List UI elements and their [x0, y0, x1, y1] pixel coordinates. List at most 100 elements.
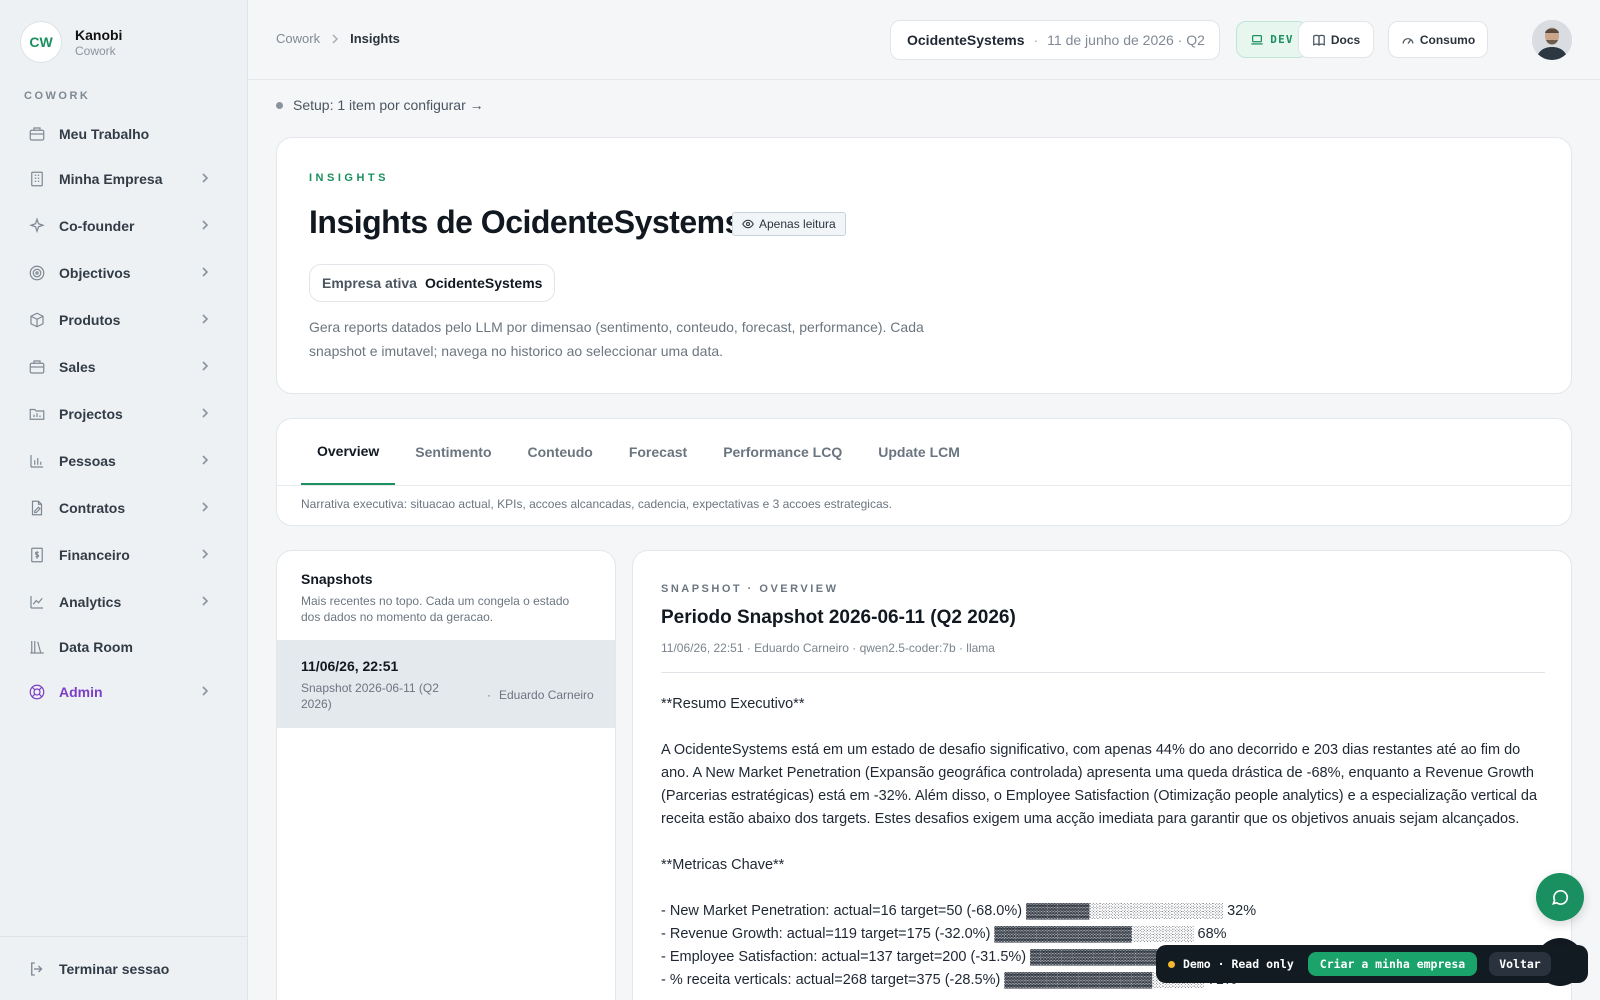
tab-forecast[interactable]: Forecast	[613, 419, 703, 485]
page-title: Insights de OcidenteSystems	[309, 204, 742, 240]
topbar: Cowork Insights OcidenteSystems · 11 de …	[248, 0, 1600, 80]
breadcrumb: Cowork Insights	[276, 31, 400, 46]
chevron-right-icon	[202, 408, 209, 418]
sidebar-item-admin[interactable]: Admin	[16, 672, 224, 712]
demo-status-dot	[1168, 960, 1175, 968]
briefcase-icon	[28, 125, 46, 143]
detail-title: Periodo Snapshot 2026-06-11 (Q2 2026)	[661, 607, 1016, 628]
folder-chart-icon	[28, 405, 46, 423]
active-company-pill: Empresa ativa OcidenteSystems	[309, 264, 556, 302]
sidebar-item-label: Co-founder	[59, 218, 135, 234]
setup-status-dot	[276, 101, 283, 109]
sidebar-item-co-founder[interactable]: Co-founder	[16, 206, 224, 246]
building-icon	[28, 170, 46, 188]
docs-button[interactable]: Docs	[1298, 21, 1374, 58]
sidebar-item-label: Objectivos	[59, 265, 131, 281]
book-icon	[1312, 34, 1325, 46]
sidebar-item-label: Analytics	[59, 594, 122, 610]
target-icon	[28, 264, 46, 282]
dollar-doc-icon	[28, 546, 46, 564]
bar-chart-icon	[28, 452, 46, 470]
chevron-right-icon	[202, 455, 209, 465]
sidebar-item-objectivos[interactable]: Objectivos	[16, 253, 224, 293]
briefcase-icon	[28, 358, 46, 376]
separator: ·	[1033, 32, 1039, 48]
chat-icon	[1551, 889, 1569, 905]
sidebar-item-label: Admin	[59, 684, 103, 700]
sidebar-item-sales[interactable]: Sales	[16, 347, 224, 387]
back-button[interactable]: Voltar	[1489, 952, 1551, 976]
sidebar-item-meu-trabalho[interactable]: Meu Trabalho	[16, 114, 224, 154]
logout-label: Terminar sessao	[59, 960, 170, 977]
sidebar-item-projectos[interactable]: Projectos	[16, 394, 224, 434]
setup-link[interactable]: Setup: 1 item por configurar →	[276, 97, 484, 113]
page-eyebrow: INSIGHTS	[309, 172, 389, 184]
active-company-label: Empresa ativa	[322, 275, 417, 291]
sidebar-item-label: Projectos	[59, 406, 123, 422]
page-description: Gera reports datados pelo LLM por dimens…	[309, 319, 924, 359]
brand-subtitle: Cowork	[75, 43, 116, 58]
tab-update-lcm[interactable]: Update LCM	[862, 419, 976, 485]
snapshots-title: Snapshots	[301, 571, 373, 587]
tab-performance-lcq[interactable]: Performance LCQ	[707, 419, 858, 485]
chat-button[interactable]	[1536, 873, 1584, 921]
brand-name: Kanobi	[75, 26, 123, 43]
sidebar-item-label: Minha Empresa	[59, 171, 163, 187]
company-period-selector[interactable]: OcidenteSystems · 11 de junho de 2026 · …	[890, 20, 1220, 60]
snapshot-list-item[interactable]: 11/06/26, 22:51 Snapshot 2026-06-11 (Q2 …	[277, 640, 615, 728]
library-icon	[28, 638, 46, 656]
chevron-right-icon	[202, 361, 209, 371]
lifebuoy-icon	[28, 683, 46, 701]
chevron-right-icon	[202, 220, 209, 230]
read-only-badge: Apenas leitura	[732, 212, 846, 236]
snapshot-detail: SNAPSHOT · OVERVIEW Periodo Snapshot 202…	[632, 550, 1572, 1000]
logout-button[interactable]: Terminar sessao	[0, 936, 248, 1000]
sidebar-item-label: Meu Trabalho	[59, 126, 150, 142]
chevron-right-icon	[202, 502, 209, 512]
chevron-right-icon	[202, 686, 209, 696]
create-company-button[interactable]: Criar a minha empresa	[1307, 952, 1478, 976]
brand[interactable]: CW Kanobi Cowork	[0, 0, 247, 84]
env-label: DEV	[1270, 33, 1294, 46]
insights-header-card: INSIGHTS Insights de OcidenteSystems Ape…	[276, 137, 1572, 394]
sidebar-item-contratos[interactable]: Contratos	[16, 488, 224, 528]
line-chart-icon	[28, 593, 46, 611]
tab-sentimento[interactable]: Sentimento	[399, 419, 507, 485]
snapshots-subtitle: Mais recentes no topo. Cada um congela o…	[301, 594, 570, 624]
user-avatar[interactable]	[1532, 20, 1572, 60]
sidebar-item-minha-empresa[interactable]: Minha Empresa	[16, 159, 224, 199]
detail-eyebrow: SNAPSHOT · OVERVIEW	[661, 583, 839, 595]
chevron-right-icon	[202, 314, 209, 324]
gauge-icon	[1402, 37, 1414, 44]
demo-status: Demo · Read only	[1183, 957, 1294, 971]
period-date: 11 de junho de 2026 · Q2	[1047, 32, 1205, 48]
consumo-button[interactable]: Consumo	[1388, 21, 1488, 58]
snapshot-date: 11/06/26, 22:51	[301, 658, 399, 674]
tab-overview[interactable]: Overview	[301, 419, 396, 485]
summary-heading: **Resumo Executivo**	[661, 696, 805, 712]
sidebar-item-data-room[interactable]: Data Room	[16, 627, 224, 667]
metrics-heading: **Metricas Chave**	[661, 857, 785, 873]
consumo-label: Consumo	[1419, 32, 1476, 47]
sidebar-item-produtos[interactable]: Produtos	[16, 300, 224, 340]
tab-conteudo[interactable]: Conteudo	[512, 419, 609, 485]
dimension-tabs: Overview Sentimento Conteudo Forecast Perfor…	[301, 419, 980, 485]
sidebar-item-analytics[interactable]: Analytics	[16, 582, 224, 622]
company-name: OcidenteSystems	[907, 32, 1025, 48]
chevron-right-icon	[202, 596, 209, 606]
dimension-tabs-card: Overview Sentimento Conteudo Forecast Perfor…	[276, 418, 1572, 526]
sparkle-icon	[28, 217, 46, 235]
detail-divider	[661, 672, 1545, 673]
separator: ·	[487, 688, 491, 702]
metric-line: - Revenue Growth: actual=119 target=175 …	[661, 926, 1227, 942]
sidebar-item-financeiro[interactable]: Financeiro	[16, 535, 224, 575]
breadcrumb-root[interactable]: Cowork	[276, 31, 320, 46]
breadcrumb-current: Insights	[350, 31, 400, 46]
tabs-divider	[277, 485, 1571, 486]
avatar-image	[1532, 20, 1572, 60]
sidebar-item-pessoas[interactable]: Pessoas	[16, 441, 224, 481]
snapshots-panel: Snapshots Mais recentes no topo. Cada um…	[276, 550, 616, 1000]
demo-banner: Demo · Read only Criar a minha empresa V…	[1156, 945, 1588, 983]
laptop-icon	[1251, 34, 1263, 45]
chevron-right-icon	[202, 173, 209, 183]
